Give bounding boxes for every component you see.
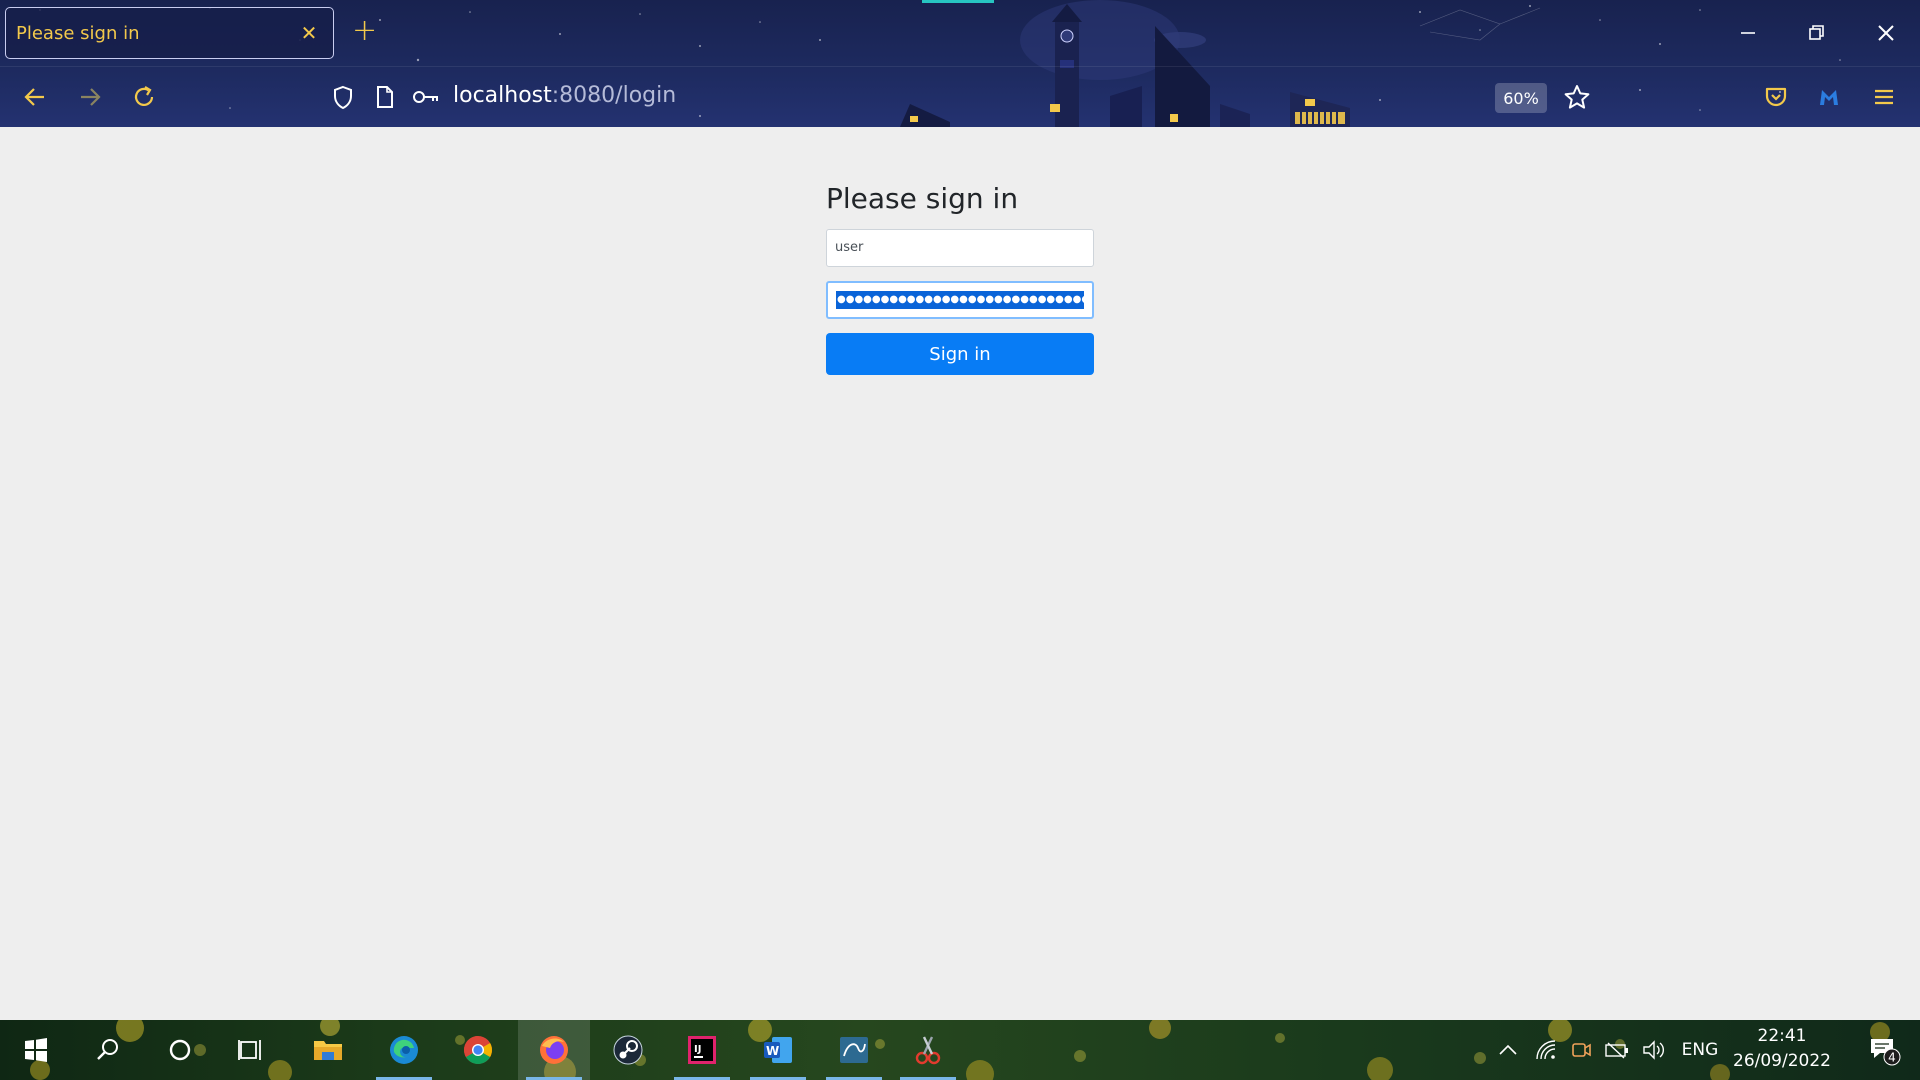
- file-explorer-icon: [314, 1041, 342, 1060]
- svg-text:IJ: IJ: [694, 1044, 701, 1055]
- saved-login-icon[interactable]: [411, 81, 441, 113]
- browser-toolbar: Please sign in ✕ + localhost:8080/login …: [0, 0, 1920, 127]
- show-hidden-icons-button[interactable]: [1494, 1020, 1522, 1080]
- document-icon: [377, 86, 393, 108]
- reload-icon: [134, 86, 154, 106]
- meet-now-tray-button[interactable]: [1566, 1020, 1596, 1080]
- input-language-indicator[interactable]: ENG: [1678, 1020, 1722, 1080]
- pocket-button[interactable]: [1758, 79, 1794, 115]
- volume-tray-button[interactable]: [1638, 1020, 1668, 1080]
- mysql-workbench-button[interactable]: [818, 1020, 890, 1080]
- key-icon: [413, 91, 438, 103]
- signin-heading: Please sign in: [826, 182, 1019, 215]
- cortana-button[interactable]: [144, 1020, 216, 1080]
- task-view-button[interactable]: [216, 1020, 288, 1080]
- clock-time: 22:41: [1757, 1026, 1807, 1046]
- shield-icon: [334, 85, 352, 110]
- system-clock[interactable]: 22:41 26/09/2022: [1732, 1024, 1832, 1076]
- navigation-bar: localhost:8080/login 60%: [0, 66, 1920, 127]
- tracking-protection-icon[interactable]: [328, 81, 358, 113]
- tab-loading-indicator: [922, 0, 994, 3]
- close-tab-icon[interactable]: ✕: [297, 21, 321, 45]
- cortana-icon: [169, 1039, 191, 1061]
- action-center-button[interactable]: 4: [1868, 1034, 1902, 1066]
- page-info-icon[interactable]: [370, 81, 400, 113]
- close-icon: [1878, 25, 1894, 41]
- clock-date: 26/09/2022: [1733, 1051, 1831, 1071]
- notification-count: 4: [1888, 1051, 1896, 1065]
- tab-please-sign-in[interactable]: Please sign in ✕: [5, 7, 334, 59]
- intellij-icon: IJ: [688, 1036, 716, 1064]
- arrow-right-icon: [81, 88, 101, 106]
- back-button[interactable]: [17, 79, 53, 115]
- word-icon: W: [764, 1037, 792, 1063]
- file-explorer-button[interactable]: [292, 1020, 364, 1080]
- edge-icon: [390, 1036, 418, 1064]
- bookmark-button[interactable]: [1559, 79, 1595, 115]
- word-button[interactable]: W: [742, 1020, 814, 1080]
- username-field[interactable]: user: [826, 229, 1094, 267]
- chevron-up-icon: [1499, 1044, 1517, 1055]
- page-content: Please sign in user ●●●●●●●●●●●●●●●●●●●●…: [0, 127, 1920, 1020]
- svg-text:W: W: [766, 1044, 779, 1058]
- star-icon: [1564, 85, 1590, 109]
- forward-button[interactable]: [72, 79, 108, 115]
- chrome-button[interactable]: [442, 1020, 514, 1080]
- malwarebytes-icon: [1820, 90, 1838, 105]
- notification-icon: 4: [1871, 1039, 1901, 1066]
- windows-logo-icon: [25, 1038, 47, 1062]
- reload-button[interactable]: [126, 79, 162, 115]
- close-window-button[interactable]: [1868, 16, 1904, 50]
- arrow-left-icon: [24, 88, 44, 106]
- snipping-tool-icon: [915, 1036, 941, 1065]
- task-view-icon: [238, 1040, 261, 1060]
- restore-button[interactable]: [1798, 16, 1834, 50]
- minimize-icon: [1741, 32, 1755, 34]
- address-bar[interactable]: localhost:8080/login: [453, 83, 676, 108]
- windows-taskbar: IJ W ENG 22:41 26/09/2022 4: [0, 1020, 1920, 1080]
- pocket-icon: [1765, 87, 1787, 107]
- tab-title: Please sign in: [16, 22, 140, 44]
- password-field[interactable]: ●●●●●●●●●●●●●●●●●●●●●●●●●●●●●●●: [826, 281, 1094, 319]
- taskbar-search-button[interactable]: [72, 1020, 144, 1080]
- wifi-icon: [1536, 1040, 1556, 1060]
- intellij-button[interactable]: IJ: [666, 1020, 738, 1080]
- steam-button[interactable]: [592, 1020, 664, 1080]
- speaker-icon: [1643, 1040, 1664, 1060]
- hamburger-menu-icon: [1875, 89, 1893, 105]
- tab-strip: Please sign in ✕ +: [0, 0, 1920, 66]
- password-selected-text: ●●●●●●●●●●●●●●●●●●●●●●●●●●●●●●●: [836, 291, 1084, 309]
- restore-icon: [1809, 25, 1824, 40]
- menu-button[interactable]: [1866, 79, 1902, 115]
- steam-icon: [613, 1035, 643, 1065]
- firefox-icon: [540, 1036, 568, 1064]
- camera-icon: [1572, 1043, 1591, 1057]
- start-button[interactable]: [0, 1020, 72, 1080]
- mysql-workbench-icon: [840, 1037, 868, 1063]
- url-path: :8080/login: [551, 83, 677, 108]
- malwarebytes-extension-button[interactable]: [1811, 79, 1847, 115]
- network-tray-button[interactable]: [1532, 1020, 1562, 1080]
- edge-button[interactable]: [368, 1020, 440, 1080]
- battery-icon: [1605, 1042, 1628, 1059]
- zoom-reset-button[interactable]: 60%: [1495, 83, 1547, 113]
- sign-in-button[interactable]: Sign in: [826, 333, 1094, 375]
- url-host: localhost: [453, 83, 552, 108]
- minimize-button[interactable]: [1730, 16, 1766, 50]
- new-tab-button[interactable]: +: [352, 16, 377, 46]
- search-icon: [97, 1039, 118, 1060]
- chrome-icon: [464, 1036, 492, 1064]
- snipping-tool-button[interactable]: [892, 1020, 964, 1080]
- firefox-button[interactable]: [518, 1020, 590, 1080]
- signin-form: Please sign in user ●●●●●●●●●●●●●●●●●●●●…: [826, 177, 1094, 375]
- battery-tray-button[interactable]: [1602, 1020, 1632, 1080]
